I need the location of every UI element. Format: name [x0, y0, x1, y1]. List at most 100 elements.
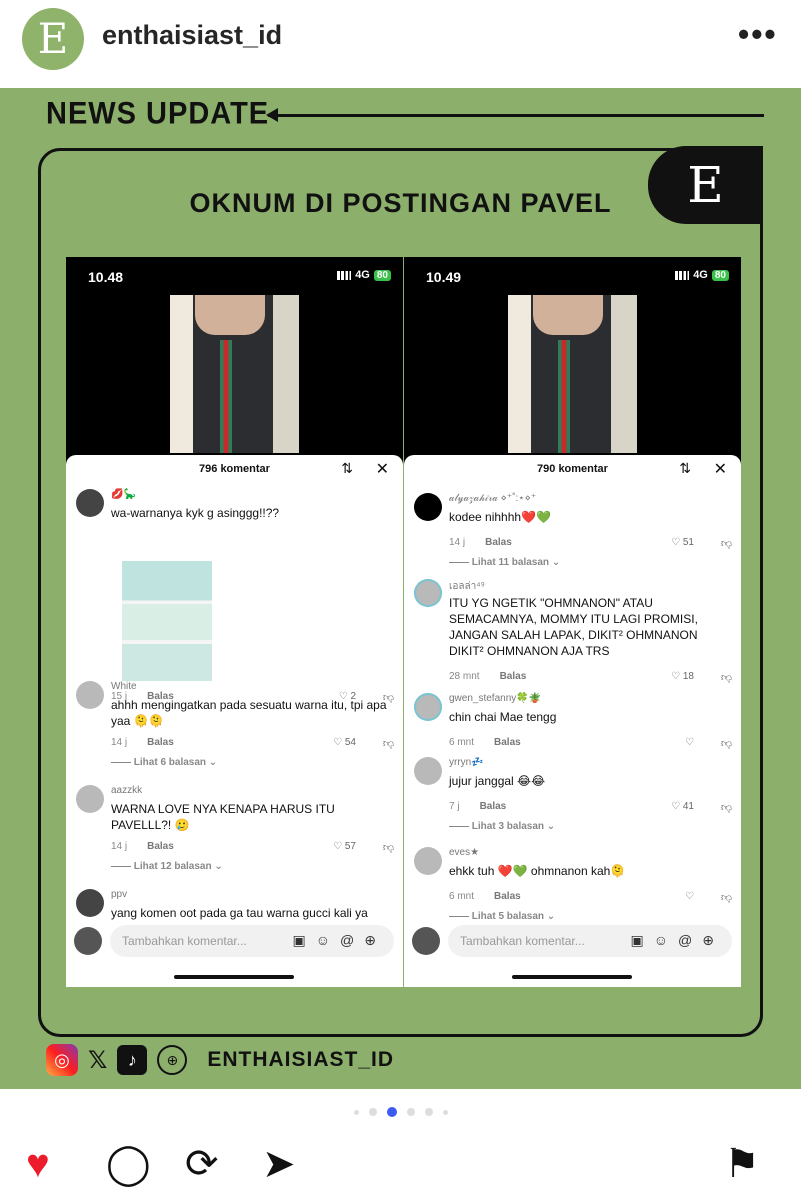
reply-button[interactable]: Balas — [494, 737, 521, 748]
view-replies[interactable]: —— Lihat 3 balasan ⌄ — [449, 821, 555, 832]
comment-text: ITU YG NGETIK "OHMNANON" ATAU SEMACAMNYA… — [449, 596, 698, 658]
comment-user[interactable]: เอลล่า⁴⁹ — [449, 579, 485, 594]
globe-icon: ⊕ — [157, 1045, 188, 1075]
reply-button[interactable]: Balas — [494, 891, 521, 902]
input-icons[interactable]: ▣☺@⊕ — [293, 932, 386, 949]
avatar — [74, 927, 102, 955]
view-replies[interactable]: —— Lihat 12 balasan ⌄ — [111, 861, 223, 872]
avatar[interactable] — [414, 693, 442, 721]
comment-item: เอลล่า⁴⁹ ITU YG NGETIK "OHMNANON" ATAU S… — [414, 579, 734, 687]
screenshot-right: 10.49 4G 80 790 komentar ⇅ ✕ 𝒶𝓁𝓎𝒶𝓏𝒶𝒽𝒾𝓇𝒶 ⋄… — [404, 257, 741, 987]
instagram-icon: ◎ — [46, 1044, 78, 1076]
avatar[interactable] — [76, 889, 104, 917]
reply-button[interactable]: Balas — [480, 801, 507, 812]
input-icons[interactable]: ▣☺@⊕ — [631, 932, 724, 949]
view-replies[interactable]: —— Lihat 11 balasan ⌄ — [449, 557, 560, 568]
view-replies[interactable]: —— Lihat 5 balasan ⌄ — [449, 911, 555, 922]
avatar[interactable] — [76, 681, 104, 709]
heart-outline-icon[interactable]: ♡ 51 — [671, 537, 694, 548]
reply-button[interactable]: Balas — [147, 737, 174, 748]
comment-user[interactable]: 𝒶𝓁𝓎𝒶𝓏𝒶𝒽𝒾𝓇𝒶 ⋄⁺˚:⋆⋄⁺ — [449, 493, 536, 504]
heart-outline-icon[interactable]: ♡ 41 — [671, 801, 694, 812]
avatar[interactable] — [76, 489, 104, 517]
comment-text: ehkk tuh ❤️💚 ohmnanon kah🫠 — [449, 864, 626, 878]
comment-item: 💋🦕 wa-warnanya kyk g asinggg!!?? 15 j Bal… — [76, 489, 396, 704]
comment-user[interactable]: yrryn💤 — [449, 757, 484, 768]
comment-user[interactable]: ppv — [111, 889, 127, 900]
status-indicators: 4G 80 — [337, 269, 391, 281]
close-icon[interactable]: ✕ — [714, 459, 727, 479]
comment-meta: 28 mnt Balas — [449, 671, 527, 682]
account-username[interactable]: enthaisiast_id — [102, 20, 282, 51]
comment-user[interactable]: White — [111, 681, 137, 692]
dislike-icon[interactable]: 👎︎ — [721, 671, 732, 684]
heart-icon[interactable]: ♥ — [26, 1144, 50, 1184]
comment-icon[interactable]: ◯ — [106, 1144, 151, 1184]
dislike-icon[interactable]: 👎︎ — [383, 737, 394, 750]
close-icon[interactable]: ✕ — [376, 459, 389, 479]
sort-icon[interactable]: ⇅ — [341, 460, 353, 477]
post-header: E enthaisiast_id ••• — [0, 0, 801, 88]
reply-button[interactable]: Balas — [147, 841, 174, 852]
avatar — [412, 927, 440, 955]
share-icon[interactable]: ➤ — [262, 1144, 296, 1184]
heart-outline-icon[interactable]: ♡ — [685, 891, 694, 902]
avatar[interactable] — [414, 847, 442, 875]
home-indicator — [174, 975, 294, 979]
comment-meta: 14 j Balas — [111, 841, 174, 852]
comment-sheet: 796 komentar ⇅ ✕ 💋🦕 wa-warnanya kyk g as… — [66, 455, 403, 987]
comment-user[interactable]: 💋🦕 — [111, 489, 136, 500]
arrow-left-icon — [266, 108, 764, 122]
carousel-dot — [406, 1108, 415, 1116]
dislike-icon[interactable]: 👎︎ — [721, 891, 732, 904]
post-actions: ♥ ◯ ⟳ ➤ ⚑ — [0, 1140, 801, 1200]
dislike-icon[interactable]: 👎︎ — [383, 841, 394, 854]
comment-meta: 7 j Balas — [449, 801, 507, 812]
avatar[interactable] — [414, 757, 442, 785]
sort-icon[interactable]: ⇅ — [679, 460, 691, 477]
comment-text: WARNA LOVE NYA KENAPA HARUS ITU PAVELLL?… — [111, 802, 335, 832]
battery-icon: 80 — [373, 269, 391, 281]
comment-user[interactable]: eves★ — [449, 847, 479, 858]
avatar[interactable] — [414, 493, 442, 521]
account-avatar[interactable]: E — [22, 8, 84, 70]
heart-outline-icon[interactable]: ♡ — [685, 737, 694, 748]
battery-icon: 80 — [711, 269, 729, 281]
tiktok-icon: ♪ — [117, 1045, 148, 1075]
view-replies[interactable]: —— Lihat 6 balasan ⌄ — [111, 757, 217, 768]
comment-item: aazzkk WARNA LOVE NYA KENAPA HARUS ITU P… — [76, 785, 396, 877]
comment-text: wa-warnanya kyk g asinggg!!?? — [111, 506, 280, 520]
reply-button[interactable]: Balas — [485, 537, 512, 548]
comment-user[interactable]: aazzkk — [111, 785, 142, 796]
comment-photo[interactable] — [122, 561, 212, 681]
comment-item: White ahhh mengingatkan pada sesuatu war… — [76, 681, 396, 773]
carousel-dot-active — [386, 1107, 397, 1117]
comment-input-bar: Tambahkan komentar... ▣☺@⊕ — [412, 925, 732, 957]
bookmark-icon[interactable]: ⚑ — [724, 1144, 760, 1184]
comment-input-bar: Tambahkan komentar... ▣☺@⊕ — [74, 925, 394, 957]
status-time: 10.48 — [88, 269, 124, 285]
comment-item: gwen_stefanny🍀🪴 chin chai Mae tengg 6 mn… — [414, 693, 734, 753]
comment-user[interactable]: gwen_stefanny🍀🪴 — [449, 693, 541, 704]
avatar[interactable] — [76, 785, 104, 813]
carousel-dot — [442, 1109, 448, 1115]
dislike-icon[interactable]: 👎︎ — [721, 801, 732, 814]
comment-text: jujur janggal 😂😂 — [449, 774, 546, 788]
social-footer: ◎ 𝕏 ♪ ⊕ ENTHAISIAST_ID — [46, 1043, 394, 1077]
comment-item: yrryn💤 jujur janggal 😂😂 7 j Balas ♡ 41 👎︎… — [414, 757, 734, 837]
news-label: NEWS UPDATE — [46, 96, 270, 132]
comment-text: kodee nihhhh❤️💚 — [449, 510, 551, 524]
heart-outline-icon[interactable]: ♡ 54 — [333, 737, 356, 748]
heart-outline-icon[interactable]: ♡ 18 — [671, 671, 694, 682]
headline: OKNUM DI POSTINGAN PAVEL — [189, 188, 612, 218]
comment-meta: 14 j Balas — [111, 737, 174, 748]
comment-item: eves★ ehkk tuh ❤️💚 ohmnanon kah🫠 6 mnt Ba… — [414, 847, 734, 927]
repost-icon[interactable]: ⟳ — [185, 1144, 219, 1184]
avatar[interactable] — [414, 579, 442, 607]
dislike-icon[interactable]: 👎︎ — [721, 537, 732, 550]
dislike-icon[interactable]: 👎︎ — [721, 737, 732, 750]
home-indicator — [512, 975, 632, 979]
reply-button[interactable]: Balas — [500, 671, 527, 682]
heart-outline-icon[interactable]: ♡ 57 — [333, 841, 356, 852]
more-icon[interactable]: ••• — [738, 16, 778, 53]
